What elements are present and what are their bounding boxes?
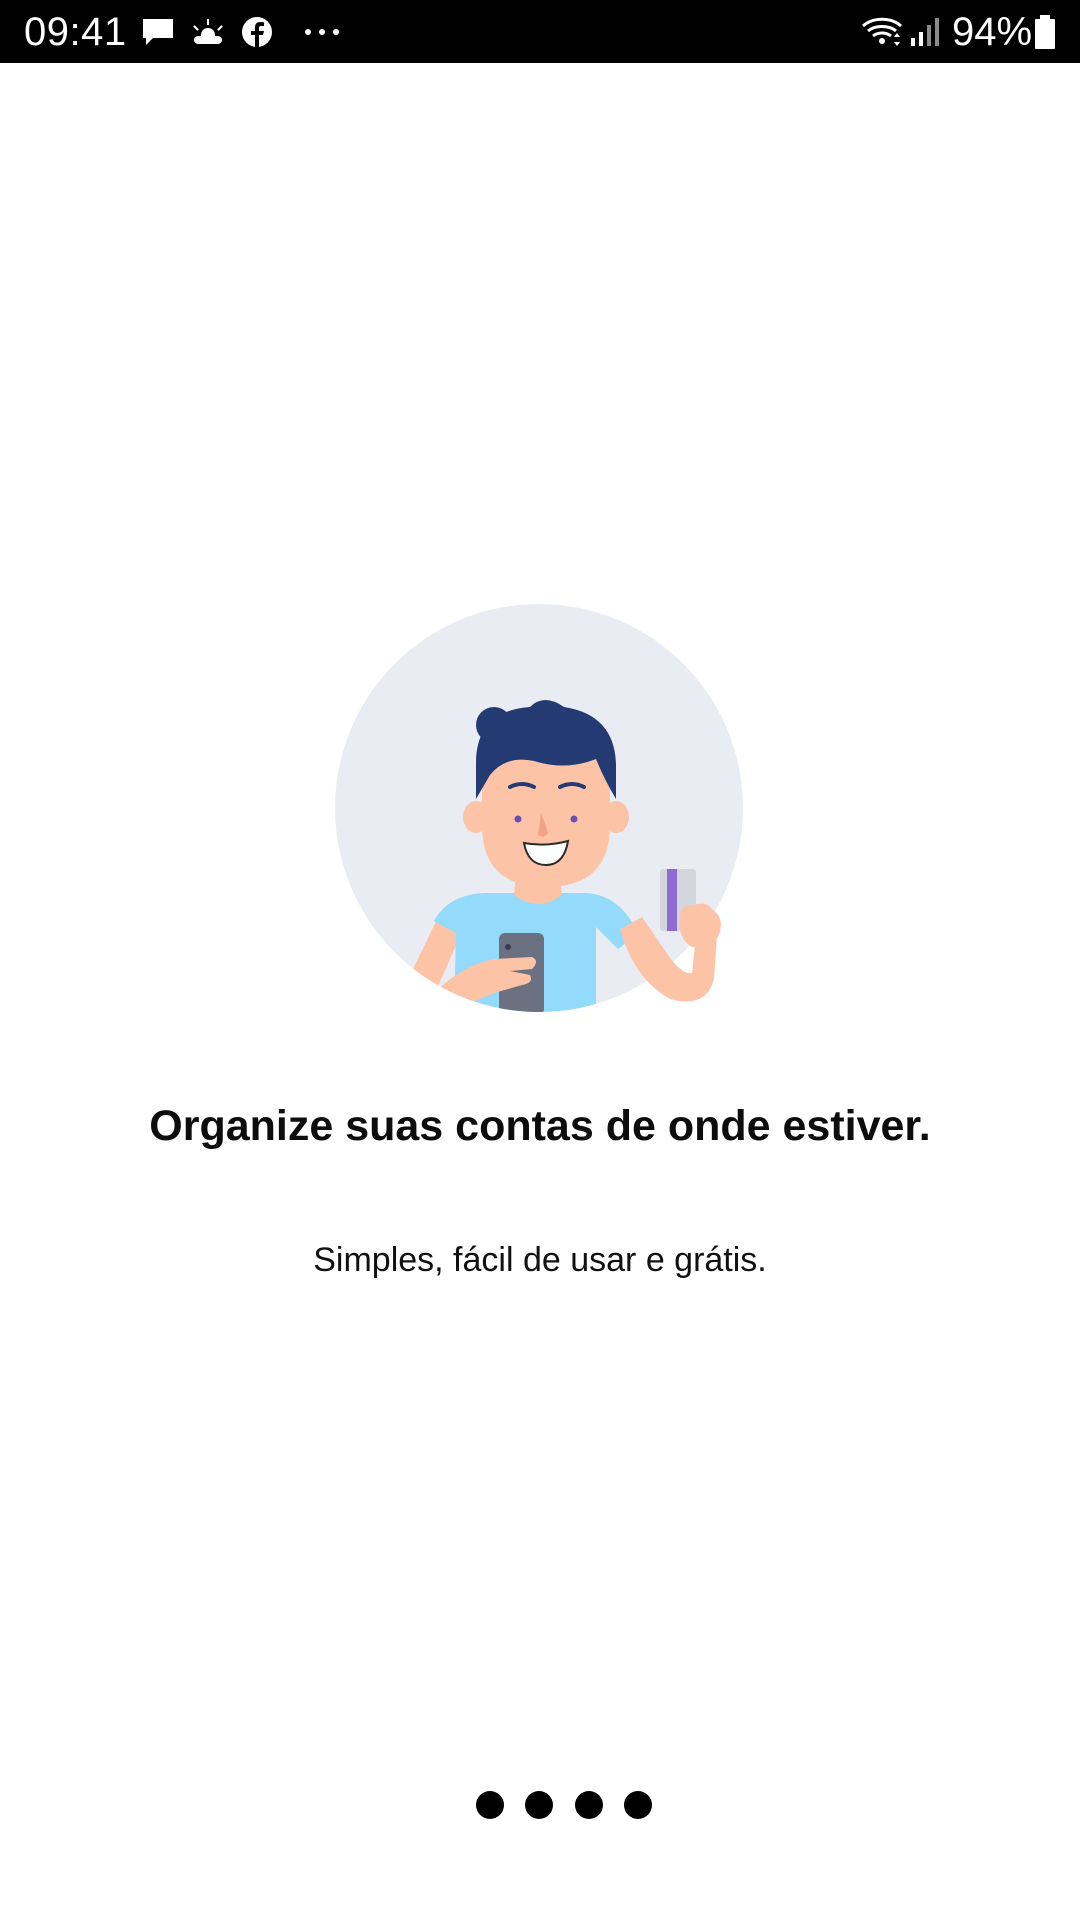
signal-icon [908,0,944,63]
more-icon [300,0,344,63]
onboarding-illustration [334,603,744,1013]
page-dot-1[interactable] [476,1791,504,1819]
page-indicator [476,1790,652,1820]
status-bar: 09:41 94% [0,0,1080,63]
weather-icon [190,0,226,63]
status-time: 09:41 [24,10,127,54]
onboarding-subtitle: Simples, fácil de usar e grátis. [313,1241,767,1279]
battery-percent: 94% [952,10,1033,54]
wifi-icon [860,0,904,63]
onboarding-title: Organize suas contas de onde estiver. [149,1102,931,1150]
message-icon [140,0,176,63]
page-dot-4[interactable] [623,1791,652,1819]
battery-icon [1030,0,1060,63]
page-dot-2[interactable] [525,1791,554,1819]
page-dot-3[interactable] [574,1791,603,1819]
facebook-icon [240,0,274,63]
